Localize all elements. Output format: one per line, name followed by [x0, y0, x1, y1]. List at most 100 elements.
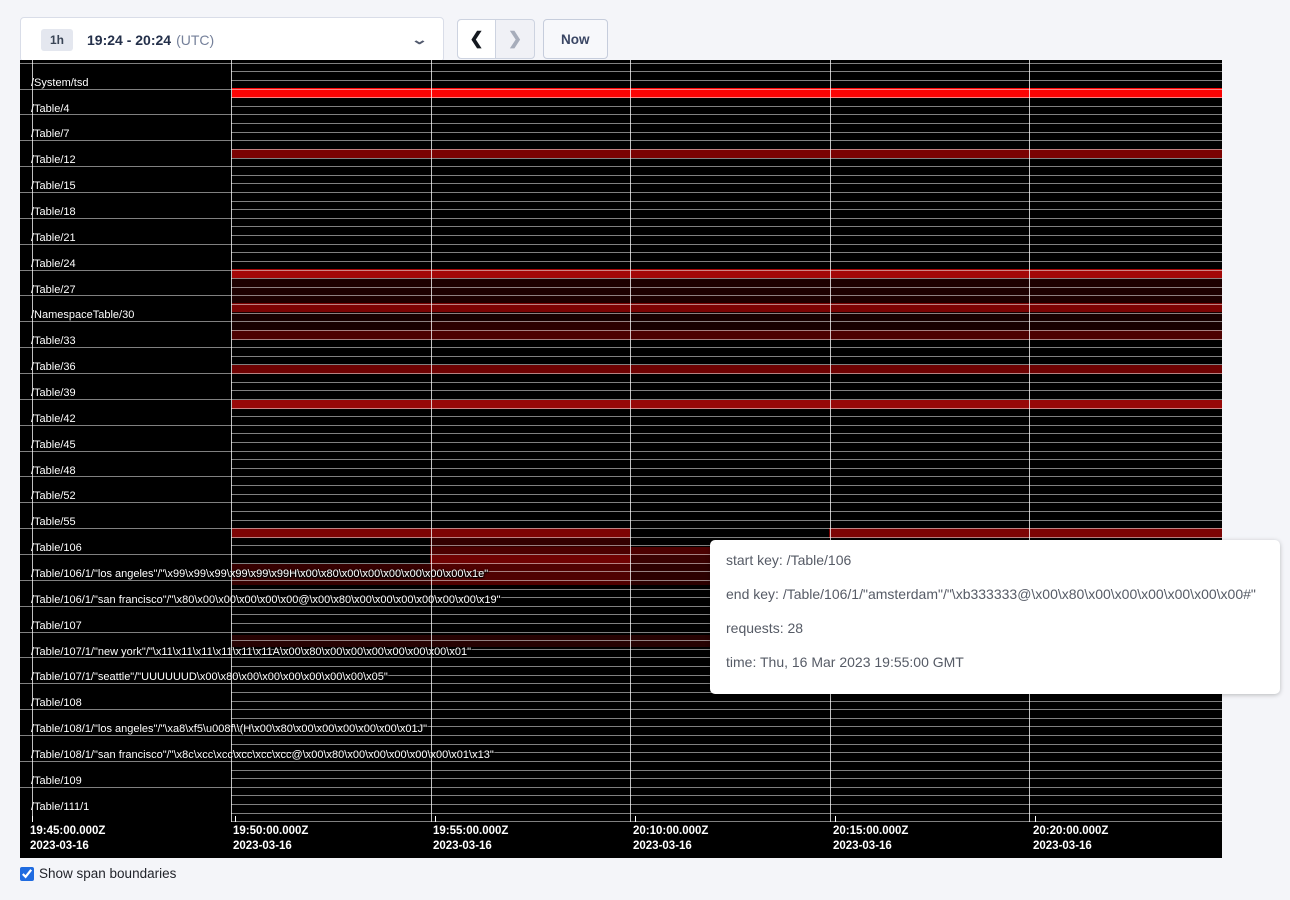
span-boundary-line — [231, 399, 1222, 400]
span-boundary-line — [231, 347, 1222, 348]
row-label: /Table/108/1/"san francisco"/"\x8c\xcc\x… — [31, 749, 494, 761]
row-label: /Table/108/1/"los angeles"/"\xa8\xf5\u00… — [31, 723, 427, 735]
x-tick-date: 2023-03-16 — [1033, 840, 1092, 852]
span-boundary-line — [231, 520, 1222, 521]
footer: Show span boundaries — [20, 866, 176, 881]
span-boundary-line — [231, 89, 1222, 90]
span-boundary-line — [231, 356, 1222, 357]
span-boundary-line — [20, 295, 231, 296]
row-label: /Table/45 — [31, 439, 76, 451]
row-label: /Table/107/1/"new york"/"\x11\x11\x11\x1… — [31, 646, 471, 658]
x-tick-time: 20:10:00.000Z — [633, 825, 708, 837]
span-boundary-line — [231, 270, 1222, 271]
row-label: /System/tsd — [31, 77, 88, 89]
span-boundary-line — [231, 209, 1222, 210]
span-boundary-line — [231, 80, 1222, 81]
span-boundary-line — [231, 295, 1222, 296]
time-gridline — [431, 60, 432, 822]
span-boundary-line — [231, 373, 1222, 374]
span-boundary-line — [231, 192, 1222, 193]
span-boundary-line — [231, 63, 1222, 64]
span-boundary-line — [231, 468, 1222, 469]
span-boundary-line — [231, 433, 1222, 434]
span-boundary-line — [231, 218, 1222, 219]
span-boundary-line — [231, 313, 1222, 314]
x-tick-time: 20:20:00.000Z — [1033, 825, 1108, 837]
row-label: /Table/36 — [31, 361, 76, 373]
span-boundary-line — [231, 235, 1222, 236]
row-label: /Table/107/1/"seattle"/"UUUUUUD\x00\x80\… — [31, 671, 388, 683]
row-label: /Table/15 — [31, 180, 76, 192]
span-boundary-line — [20, 270, 231, 271]
x-tick-mark — [32, 816, 33, 822]
hover-tooltip: start key: /Table/106 end key: /Table/10… — [710, 540, 1280, 694]
span-boundary-line — [231, 364, 1222, 365]
span-boundary-line — [231, 761, 1222, 762]
now-button[interactable]: Now — [543, 19, 608, 59]
span-boundary-line — [20, 347, 231, 348]
row-label: /Table/7 — [31, 128, 70, 140]
span-boundary-line — [231, 226, 1222, 227]
x-tick-mark — [635, 816, 636, 822]
span-boundary-line — [20, 632, 231, 633]
heat-band[interactable] — [232, 278, 1222, 303]
row-label: /Table/12 — [31, 154, 76, 166]
span-boundary-line — [20, 683, 231, 684]
span-boundary-line — [20, 735, 231, 736]
row-label: /Table/108 — [31, 697, 82, 709]
span-boundary-line — [231, 770, 1222, 771]
time-gridline — [630, 60, 631, 822]
span-boundary-line — [20, 580, 231, 581]
span-boundary-line — [231, 821, 1222, 822]
span-boundary-line — [231, 787, 1222, 788]
x-tick-mark — [435, 816, 436, 822]
span-boundary-line — [231, 287, 1222, 288]
span-boundary-line — [231, 416, 1222, 417]
row-label: /Table/106 — [31, 542, 82, 554]
span-boundary-line — [231, 166, 1222, 167]
heat-band[interactable] — [430, 321, 630, 330]
span-boundary-line — [231, 451, 1222, 452]
span-boundary-line — [20, 709, 231, 710]
span-boundary-line — [231, 408, 1222, 409]
span-boundary-line — [231, 304, 1222, 305]
time-range-selector[interactable]: 1h 19:24 - 20:24 (UTC) ⌄ — [20, 17, 444, 62]
row-label: /Table/107 — [31, 620, 82, 632]
time-gridline — [830, 60, 831, 822]
span-boundary-line — [231, 97, 1222, 98]
row-label: /Table/24 — [31, 258, 76, 270]
span-boundary-line — [20, 787, 231, 788]
x-tick-mark — [1035, 816, 1036, 822]
row-label: /Table/21 — [31, 232, 76, 244]
tooltip-end-key: end key: /Table/106/1/"amsterdam"/"\xb33… — [726, 584, 1264, 604]
row-label: /Table/109 — [31, 775, 82, 787]
x-tick-date: 2023-03-16 — [433, 840, 492, 852]
span-boundary-line — [231, 183, 1222, 184]
span-boundary-line — [231, 390, 1222, 391]
time-zone-label: (UTC) — [176, 32, 214, 48]
row-label: /NamespaceTable/30 — [31, 309, 134, 321]
time-gridline — [231, 60, 232, 822]
span-boundary-line — [20, 502, 231, 503]
key-visualizer-heatmap[interactable]: /System/tsd/Table/4/Table/7/Table/12/Tab… — [20, 60, 1222, 858]
row-label: /Table/55 — [31, 516, 76, 528]
span-boundary-line — [231, 330, 1222, 331]
span-boundary-line — [20, 425, 231, 426]
span-boundary-line — [231, 252, 1222, 253]
span-boundary-line — [20, 657, 231, 658]
x-tick-time: 20:15:00.000Z — [833, 825, 908, 837]
show-span-boundaries-checkbox[interactable] — [20, 867, 34, 881]
row-label: /Table/27 — [31, 284, 76, 296]
span-boundary-line — [20, 554, 231, 555]
span-boundary-line — [20, 192, 231, 193]
prev-time-button[interactable]: ❮ — [458, 20, 496, 58]
span-boundary-line — [231, 813, 1222, 814]
toolbar: 1h 19:24 - 20:24 (UTC) ⌄ ❮ ❯ Now — [0, 0, 1290, 60]
span-boundary-line — [231, 140, 1222, 141]
row-label: /Table/4 — [31, 103, 70, 115]
span-boundary-line — [231, 321, 1222, 322]
span-boundary-line — [231, 123, 1222, 124]
heat-band[interactable] — [630, 564, 710, 585]
row-label: /Table/33 — [31, 335, 76, 347]
span-boundary-line — [231, 71, 1222, 72]
